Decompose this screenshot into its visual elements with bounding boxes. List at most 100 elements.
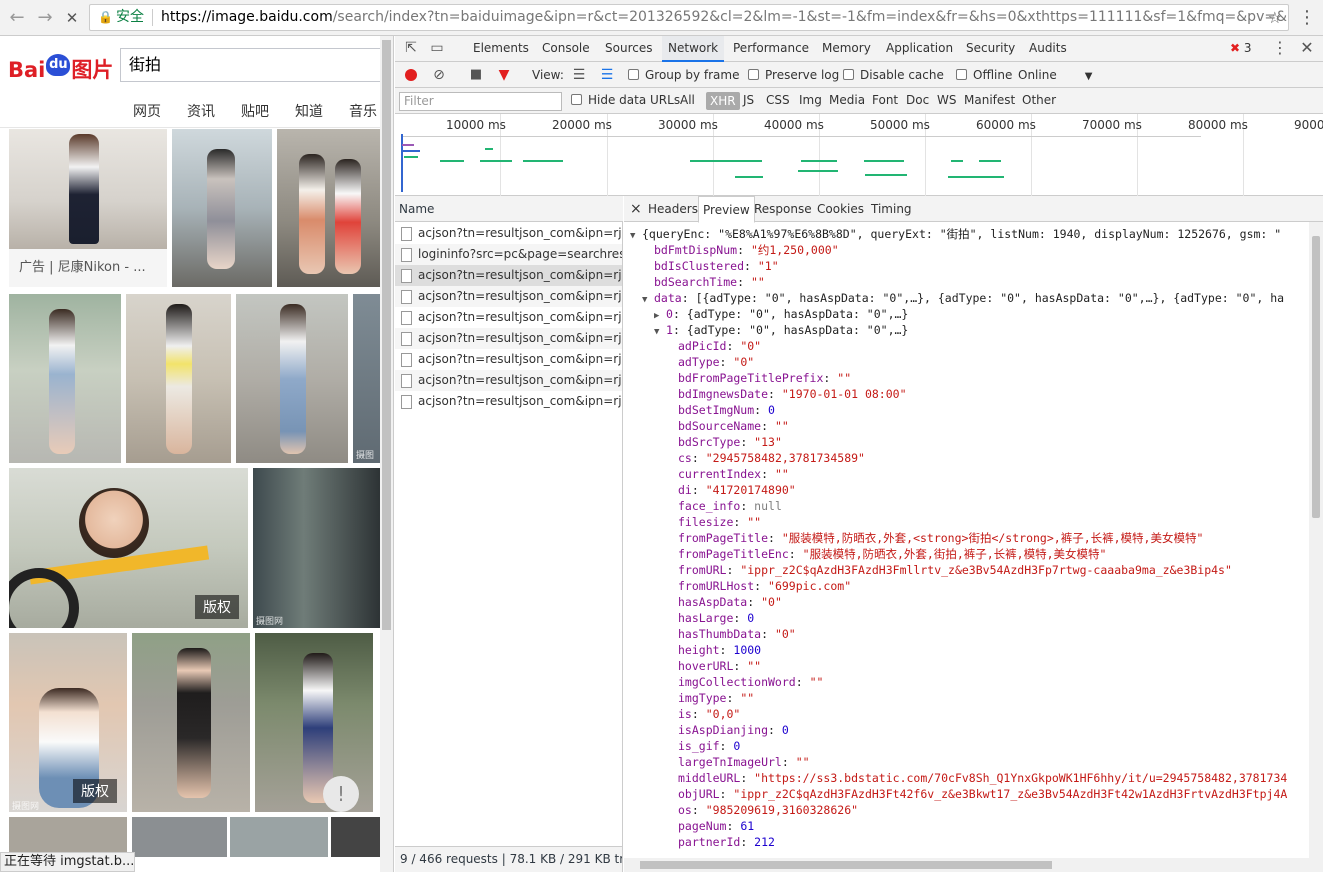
inspect-element-icon[interactable]: ⇱ [402,39,420,57]
tab-music[interactable]: 音乐 [349,101,377,121]
image-result[interactable]: 版权 [9,468,248,628]
hide-data-urls-toggle[interactable]: Hide data URLs [571,93,680,107]
image-result[interactable]: 摄图网 版权 [9,633,127,812]
collapse-triangle-icon[interactable]: ▼ [630,228,642,244]
checkbox[interactable] [748,69,759,80]
checkbox[interactable] [628,69,639,80]
request-row[interactable]: acjson?tn=resultjson_com&ipn=rj&c... [395,328,622,349]
tab-headers[interactable]: Headers [644,196,702,222]
browser-menu-icon[interactable]: ⋮ [1298,7,1316,29]
filter-type-font[interactable]: Font [872,93,898,107]
filter-icon[interactable]: ▼ [495,66,513,84]
request-row-selected[interactable]: acjson?tn=resultjson_com&ipn=rj&c... [395,265,622,286]
request-row[interactable]: acjson?tn=resultjson_com&ipn=rj&c... [395,223,622,244]
address-bar[interactable]: 🔒 安全 https://image.baidu.com/search/inde… [89,4,1289,31]
tab-webpage[interactable]: 网页 [133,101,161,121]
preview-vertical-scrollbar[interactable] [1309,222,1323,858]
name-column-header[interactable]: Name [395,196,623,222]
request-row[interactable]: acjson?tn=resultjson_com&ipn=rj&c... [395,349,622,370]
checkbox[interactable] [571,94,582,105]
error-counter[interactable]: ✖ 3 [1230,36,1252,62]
filter-type-other[interactable]: Other [1022,93,1056,107]
back-button[interactable]: ← [6,7,28,29]
baidu-logo[interactable]: Bai du 图片 [8,54,113,82]
tab-zhidao[interactable]: 知道 [295,101,323,121]
record-icon[interactable] [405,69,417,81]
scrollbar-thumb[interactable] [382,40,391,630]
filter-type-img[interactable]: Img [799,93,822,107]
filter-type-css[interactable]: CSS [766,93,790,107]
tab-security[interactable]: Security [960,36,1021,62]
json-tree-line[interactable]: ▼ data: [{adType: "0", hasAspData: "0",…}… [642,290,1284,306]
image-result[interactable] [331,817,380,857]
tab-sources[interactable]: Sources [599,36,658,62]
tab-tieba[interactable]: 贴吧 [241,101,269,121]
tab-elements[interactable]: Elements [467,36,535,62]
request-row[interactable]: acjson?tn=resultjson_com&ipn=rj&c... [395,286,622,307]
filter-type-ws[interactable]: WS [937,93,956,107]
json-tree-line[interactable]: ▶ 0: {adType: "0", hasAspData: "0",…} [654,306,908,322]
page-vertical-scrollbar[interactable] [380,36,393,872]
stop-button[interactable]: ✕ [61,7,83,29]
url-text[interactable]: https://image.baidu.com/search/index?tn=… [161,5,1288,30]
request-row[interactable]: acjson?tn=resultjson_com&ipn=rj&c... [395,391,622,412]
tab-memory[interactable]: Memory [816,36,877,62]
image-result[interactable] [132,633,250,812]
tab-cookies[interactable]: Cookies [813,196,868,222]
collapse-triangle-icon[interactable]: ▼ [654,324,666,340]
image-result[interactable] [277,129,380,287]
tab-timing[interactable]: Timing [867,196,916,222]
request-row[interactable]: acjson?tn=resultjson_com&ipn=rj&c... [395,307,622,328]
scrollbar-thumb[interactable] [1312,236,1320,518]
json-tree-line[interactable]: ▼ 1: {adType: "0", hasAspData: "0",…} [654,322,908,338]
search-input[interactable]: 街拍 [120,48,390,82]
request-row[interactable]: acjson?tn=resultjson_com&ipn=rj&c... [395,370,622,391]
tab-preview[interactable]: Preview [698,196,755,223]
device-toolbar-icon[interactable]: ▭ [428,39,446,57]
disable-cache-toggle[interactable]: Disable cache [843,62,944,88]
filter-type-media[interactable]: Media [829,93,865,107]
checkbox[interactable] [956,69,967,80]
filter-input[interactable]: Filter [399,92,562,111]
tab-performance[interactable]: Performance [727,36,815,62]
image-result[interactable] [172,129,272,287]
image-result[interactable] [9,294,121,463]
image-result[interactable]: 摄图网 [253,468,380,628]
tab-application[interactable]: Application [880,36,959,62]
ad-caption[interactable]: 广告 | 尼康Nikon - ... [9,249,167,287]
image-result[interactable] [132,817,227,857]
offline-toggle[interactable]: Offline [956,62,1012,88]
image-result[interactable] [126,294,231,463]
image-result[interactable] [236,294,348,463]
clear-icon[interactable]: ⊘ [430,66,448,84]
filter-type-xhr[interactable]: XHR [706,92,740,110]
tab-response[interactable]: Response [750,196,816,222]
forward-button[interactable]: → [34,7,56,29]
tab-news[interactable]: 资讯 [187,101,215,121]
filter-type-js[interactable]: JS [743,93,754,107]
devtools-close-icon[interactable]: ✕ [1298,39,1316,57]
checkbox[interactable] [843,69,854,80]
tab-console[interactable]: Console [536,36,596,62]
devtools-menu-icon[interactable]: ⋮ [1271,39,1289,57]
request-row[interactable]: logininfo?src=pc&page=searchresul... [395,244,622,265]
group-by-frame-toggle[interactable]: Group by frame [628,62,739,88]
image-result-ad[interactable] [9,129,167,249]
scrollbar-thumb[interactable] [640,861,1052,869]
bookmark-star-icon[interactable]: ☆ [1268,5,1282,30]
image-result[interactable] [9,817,127,857]
tab-network[interactable]: Network [662,36,725,62]
network-timeline-overview[interactable]: 10000 ms 20000 ms 30000 ms 40000 ms 5000… [395,114,1323,196]
json-preview[interactable]: ▼ {queryEnc: "%E8%A1%97%E6%8B%8D", queryE… [624,222,1309,858]
image-result[interactable] [230,817,328,857]
feedback-button[interactable]: ! [323,776,359,812]
filter-type-doc[interactable]: Doc [906,93,929,107]
screenshot-capture-icon[interactable]: ■ [467,66,485,84]
throttling-select[interactable]: Online ▼ [1018,62,1092,88]
large-rows-icon[interactable]: ☰ [570,66,588,84]
filter-type-manifest[interactable]: Manifest [964,93,1015,107]
preserve-log-toggle[interactable]: Preserve log [748,62,839,88]
image-result[interactable]: 摄图网 [353,294,380,463]
waterfall-overview-icon[interactable]: ☰ [598,66,616,84]
collapse-triangle-icon[interactable]: ▼ [642,292,654,308]
